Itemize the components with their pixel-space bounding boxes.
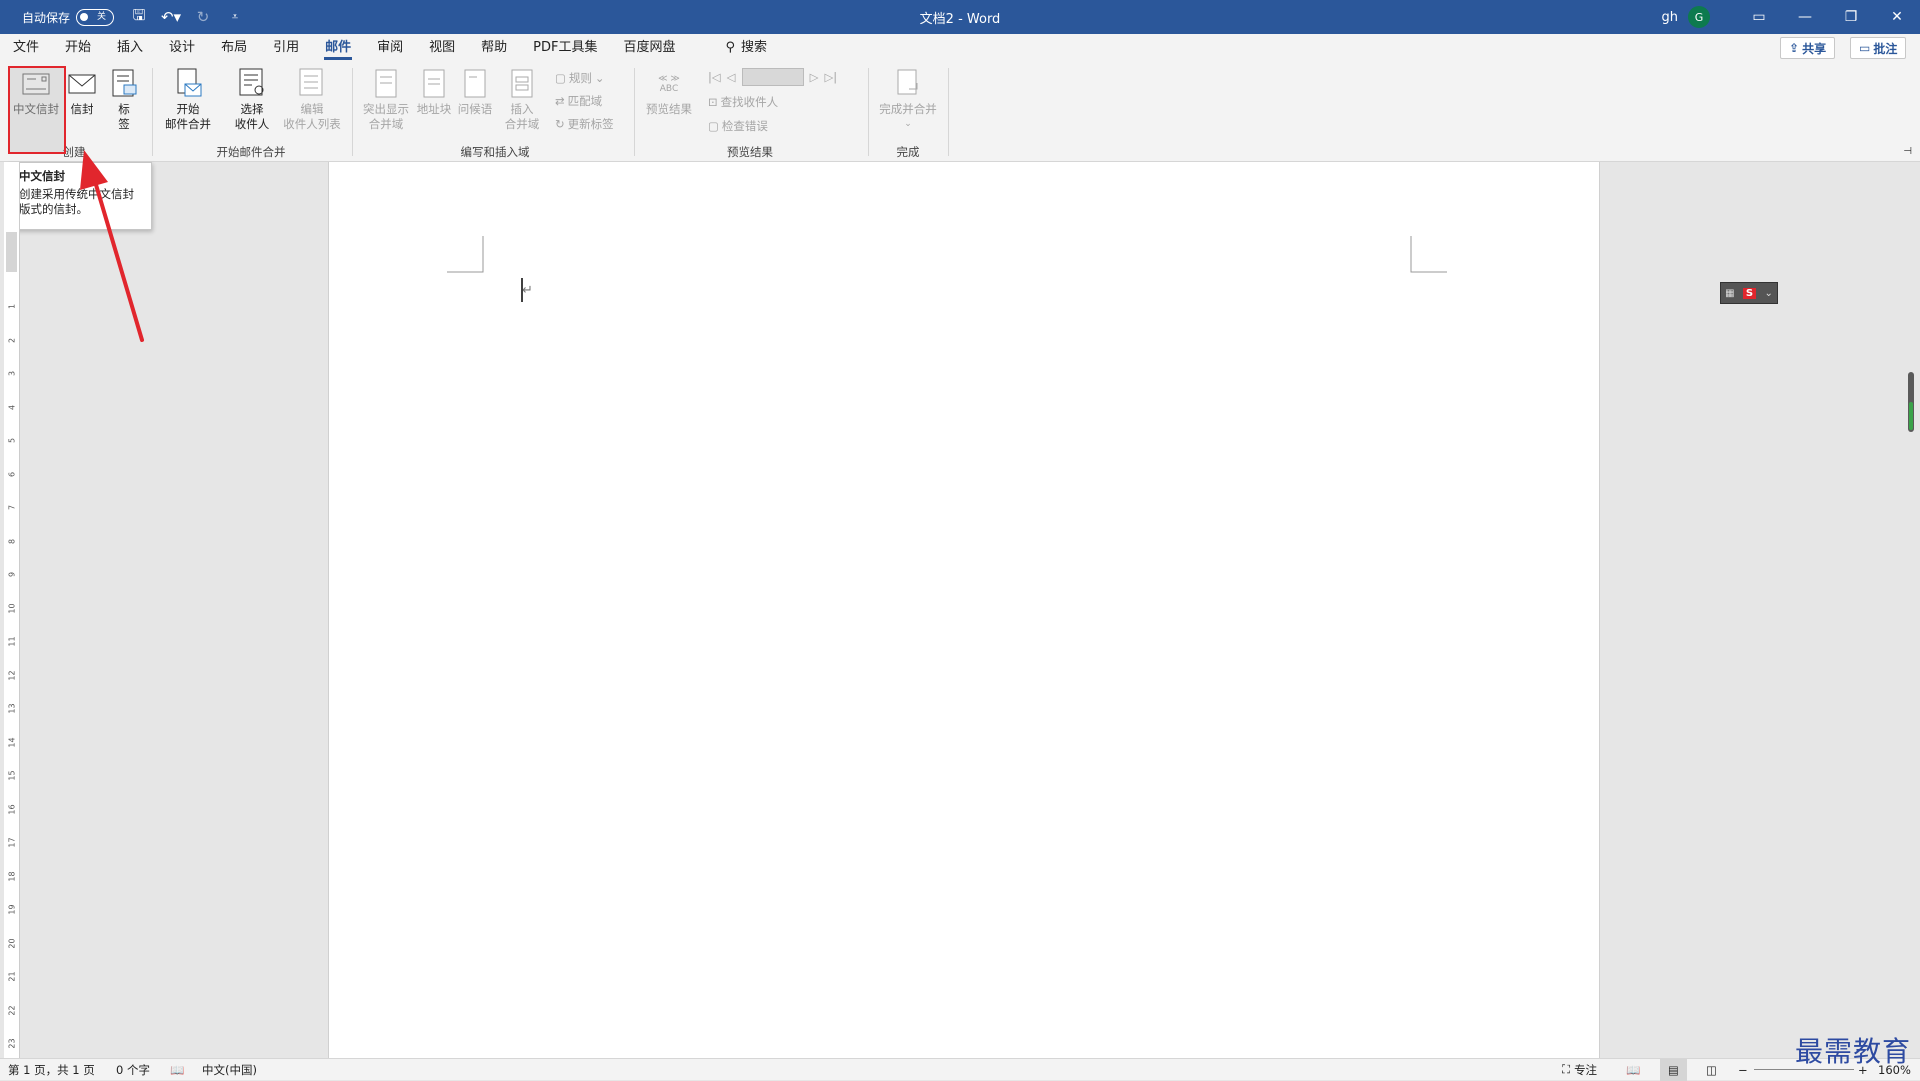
language[interactable]: 中文(中国) <box>202 1059 257 1081</box>
scrollbar-thumb[interactable] <box>1908 372 1914 432</box>
red-arrow-annotation <box>80 150 144 342</box>
focus-icon: ⛶ <box>1562 1062 1571 1076</box>
proofing-icon[interactable]: 📖 <box>170 1059 184 1081</box>
ime-toolbar[interactable]: ▦ S ⌄ <box>1720 282 1778 304</box>
grid-icon: ▦ <box>1725 287 1735 299</box>
read-mode-icon[interactable]: 📖 <box>1626 1059 1640 1081</box>
print-layout-icon[interactable]: ▤ <box>1660 1058 1687 1081</box>
focus-button[interactable]: ⛶ 专注 <box>1562 1059 1597 1081</box>
web-layout-icon[interactable]: ◫ <box>1706 1059 1717 1081</box>
page-count[interactable]: 第 1 页，共 1 页 <box>8 1059 95 1081</box>
chevron-down-icon: ⌄ <box>1764 287 1773 299</box>
focus-label: 专注 <box>1574 1062 1598 1077</box>
watermark-logo: 最需教育 <box>1795 1035 1912 1068</box>
word-count[interactable]: 0 个字 <box>116 1059 150 1081</box>
zoom-out-button[interactable]: − <box>1738 1059 1748 1081</box>
status-bar: 第 1 页，共 1 页 0 个字 📖 中文(中国) ⛶ 专注 📖 ▤ ◫ − + … <box>0 1058 1920 1081</box>
sogou-icon: S <box>1742 287 1757 299</box>
